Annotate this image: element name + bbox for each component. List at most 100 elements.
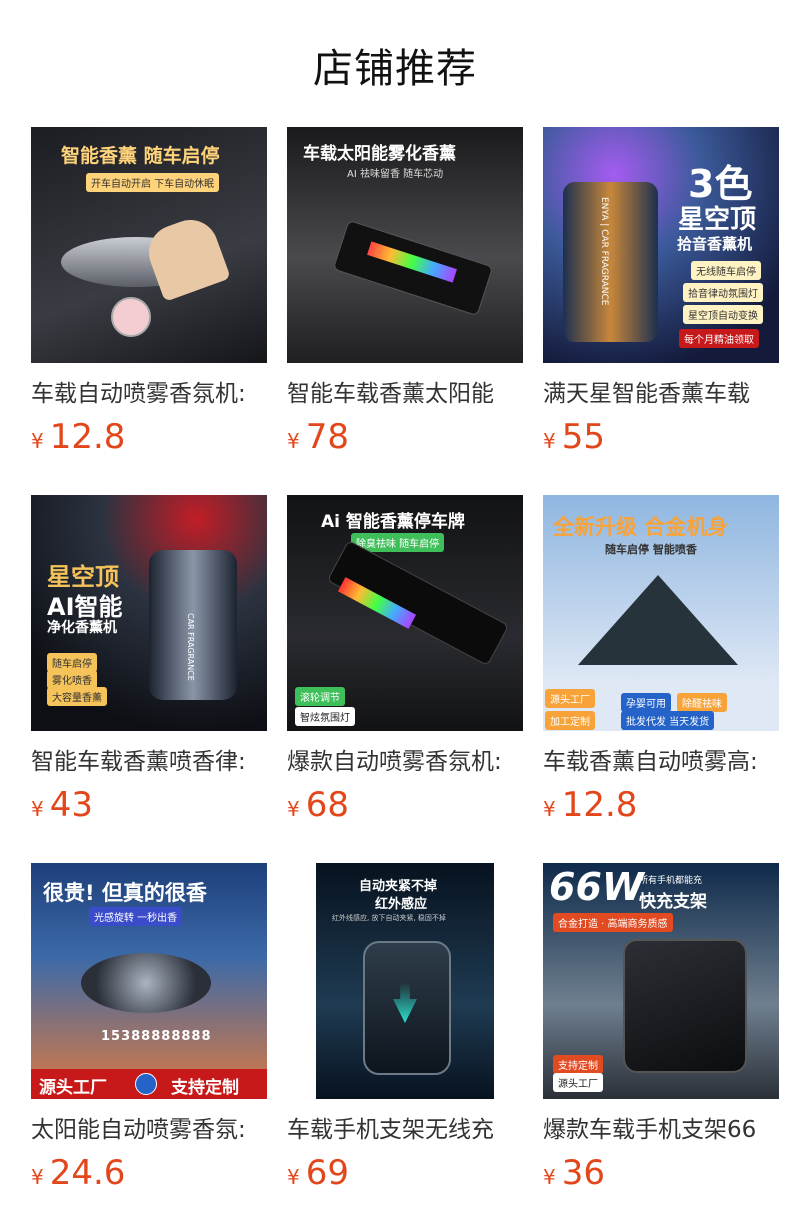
product-price: ¥69 xyxy=(287,1153,523,1199)
product-image[interactable]: 66W 所有手机都能充 快充支架 合金打造 · 高端商务质感 支持定制 源头工厂 xyxy=(543,863,779,1099)
product-price: ¥12.8 xyxy=(543,785,779,831)
price-value: 43 xyxy=(49,785,93,825)
price-value: 78 xyxy=(305,417,349,457)
image-headline: 智能香薰 随车启停 xyxy=(61,145,220,167)
product-name[interactable]: 智能车载香薰喷香律: xyxy=(31,747,267,777)
diffuser-cup-shape xyxy=(563,182,658,342)
product-name[interactable]: 车载香薰自动喷雾高: xyxy=(543,747,779,777)
parking-plate-shape xyxy=(326,539,510,667)
page-title: 店铺推荐 xyxy=(313,46,477,92)
product-card[interactable]: 自动夹紧不掉 红外感应 红外线感应, 放下自动夹紧, 稳固不掉 车载手机支架无线… xyxy=(287,863,523,1199)
feature-badge: 加工定制 xyxy=(545,711,595,730)
currency-symbol: ¥ xyxy=(543,797,556,821)
product-card[interactable]: Ai 智能香薰停车牌 除臭祛味 随车启停 滚轮调节 智炫氛围灯 爆款自动喷雾香氛… xyxy=(287,495,523,831)
product-price: ¥36 xyxy=(543,1153,779,1199)
feature-badge: 除醛祛味 xyxy=(677,693,727,712)
image-subtitle: AI 祛味留香 随车芯动 xyxy=(347,169,444,180)
diffuser-body-shape xyxy=(578,575,738,665)
feature-badge: 滚轮调节 xyxy=(295,687,345,706)
feature-badge: 源头工厂 xyxy=(553,1073,603,1092)
product-name[interactable]: 智能车载香薰太阳能 xyxy=(287,379,523,409)
currency-symbol: ¥ xyxy=(287,429,300,453)
image-headline: 很贵! 但真的很香 xyxy=(43,881,207,905)
feature-badge: 批发代发 当天发货 xyxy=(621,711,715,730)
feature-badge: 智炫氛围灯 xyxy=(295,707,355,726)
price-value: 12.8 xyxy=(561,785,638,825)
product-image[interactable]: 很贵! 但真的很香 光感旋转 一秒出香 15388888888 源头工厂 支持定… xyxy=(31,863,267,1099)
feature-badge: 孕婴可用 xyxy=(621,693,671,712)
currency-symbol: ¥ xyxy=(287,797,300,821)
currency-symbol: ¥ xyxy=(31,797,44,821)
product-price: ¥78 xyxy=(287,417,523,463)
product-image[interactable]: 自动夹紧不掉 红外感应 红外线感应, 放下自动夹紧, 稳固不掉 xyxy=(287,863,523,1099)
product-name[interactable]: 爆款车载手机支架66 xyxy=(543,1115,779,1145)
image-headline-2: 快充支架 xyxy=(639,892,707,912)
price-value: 24.6 xyxy=(49,1153,126,1193)
diffuser-body-shape xyxy=(81,953,211,1013)
banner-right-text: 支持定制 xyxy=(171,1078,239,1098)
image-headline-small: 所有手机都能充 xyxy=(639,876,703,886)
product-image[interactable]: Ai 智能香薰停车牌 除臭祛味 随车启停 滚轮调节 智炫氛围灯 xyxy=(287,495,523,731)
image-headline-2: 星空顶 xyxy=(678,205,757,235)
image-headline-2: 红外感应 xyxy=(375,897,428,912)
product-name[interactable]: 太阳能自动喷雾香氛: xyxy=(31,1115,267,1145)
feature-badge: 支持定制 xyxy=(553,1055,603,1074)
promo-badge: 每个月精油领取 xyxy=(679,329,759,348)
feature-badge: 源头工厂 xyxy=(545,689,595,708)
product-image[interactable]: 智能香薰 随车启停 开车自动开启 下车自动休眠 xyxy=(31,127,267,363)
price-value: 69 xyxy=(305,1153,349,1193)
feature-badge: 拾音律动氛围灯 xyxy=(683,283,763,302)
feature-badge: 无线随车启停 xyxy=(691,261,761,280)
product-name[interactable]: 爆款自动喷雾香氛机: xyxy=(287,747,523,777)
image-subtitle: 拾音香薰机 xyxy=(677,235,753,253)
currency-symbol: ¥ xyxy=(287,1165,300,1189)
image-headline: 66W xyxy=(549,865,644,909)
product-card[interactable]: 3色 星空顶 拾音香薰机 无线随车启停 拾音律动氛围灯 星空顶自动变换 每个月精… xyxy=(543,127,779,463)
product-card[interactable]: 66W 所有手机都能充 快充支架 合金打造 · 高端商务质感 支持定制 源头工厂… xyxy=(543,863,779,1199)
scent-bubble-icon xyxy=(111,297,151,337)
image-subtitle: 随车启停 智能喷香 xyxy=(605,543,697,556)
price-value: 68 xyxy=(305,785,349,825)
image-headline: Ai 智能香薰停车牌 xyxy=(321,512,465,532)
image-subtitle: 红外线感应, 放下自动夹紧, 稳固不掉 xyxy=(332,914,446,922)
product-image[interactable]: 3色 星空顶 拾音香薰机 无线随车启停 拾音律动氛围灯 星空顶自动变换 每个月精… xyxy=(543,127,779,363)
banner-left-text: 源头工厂 xyxy=(39,1078,107,1098)
image-headline: 全新升级 合金机身 xyxy=(553,515,729,539)
image-subtitle: 开车自动开启 下车自动休眠 xyxy=(86,173,220,192)
phone-plate: 15388888888 xyxy=(101,1029,212,1044)
image-headline: 车载太阳能雾化香薰 xyxy=(303,144,456,164)
product-price: ¥12.8 xyxy=(31,417,267,463)
feature-badge: 大容量香薰 xyxy=(47,687,107,706)
image-subtitle: 合金打造 · 高端商务质感 xyxy=(553,913,673,932)
price-value: 12.8 xyxy=(49,417,126,457)
currency-symbol: ¥ xyxy=(543,1165,556,1189)
product-card[interactable]: 星空顶 AI智能 净化香薰机 随车启停 雾化喷香 大容量香薰 CAR FRAGR… xyxy=(31,495,267,831)
brand-vertical-text: ENYA | CAR FRAGRANCE xyxy=(599,197,609,306)
product-card[interactable]: 车载太阳能雾化香薰 AI 祛味留香 随车芯动 智能车载香薰太阳能 ¥78 xyxy=(287,127,523,463)
price-value: 36 xyxy=(561,1153,605,1193)
price-value: 55 xyxy=(561,417,605,457)
currency-symbol: ¥ xyxy=(31,1165,44,1189)
product-name[interactable]: 满天星智能香薰车载 xyxy=(543,379,779,409)
hand-shape xyxy=(141,212,231,302)
product-card[interactable]: 智能香薰 随车启停 开车自动开启 下车自动休眠 车载自动喷雾香氛机: ¥12.8 xyxy=(31,127,267,463)
brand-vertical-text: CAR FRAGRANCE xyxy=(186,613,195,681)
product-image[interactable]: 全新升级 合金机身 随车启停 智能喷香 源头工厂 孕婴可用 除醛祛味 加工定制 … xyxy=(543,495,779,731)
product-card[interactable]: 全新升级 合金机身 随车启停 智能喷香 源头工厂 孕婴可用 除醛祛味 加工定制 … xyxy=(543,495,779,831)
image-subtitle: 光感旋转 一秒出香 xyxy=(89,907,183,926)
currency-symbol: ¥ xyxy=(31,429,44,453)
product-name[interactable]: 车载手机支架无线充 xyxy=(287,1115,523,1145)
product-image[interactable]: 星空顶 AI智能 净化香薰机 随车启停 雾化喷香 大容量香薰 CAR FRAGR… xyxy=(31,495,267,731)
phone-holder-shape xyxy=(623,939,747,1073)
product-name[interactable]: 车载自动喷雾香氛机: xyxy=(31,379,267,409)
product-card[interactable]: 很贵! 但真的很香 光感旋转 一秒出香 15388888888 源头工厂 支持定… xyxy=(31,863,267,1199)
product-price: ¥43 xyxy=(31,785,267,831)
product-price: ¥55 xyxy=(543,417,779,463)
feature-badge: 星空顶自动变换 xyxy=(683,305,763,324)
product-price: ¥24.6 xyxy=(31,1153,267,1199)
image-subtitle: 净化香薰机 xyxy=(47,620,117,636)
lightning-icon xyxy=(135,1073,157,1095)
product-price: ¥68 xyxy=(287,785,523,831)
product-image[interactable]: 车载太阳能雾化香薰 AI 祛味留香 随车芯动 xyxy=(287,127,523,363)
image-headline: 自动夹紧不掉 xyxy=(359,879,438,894)
